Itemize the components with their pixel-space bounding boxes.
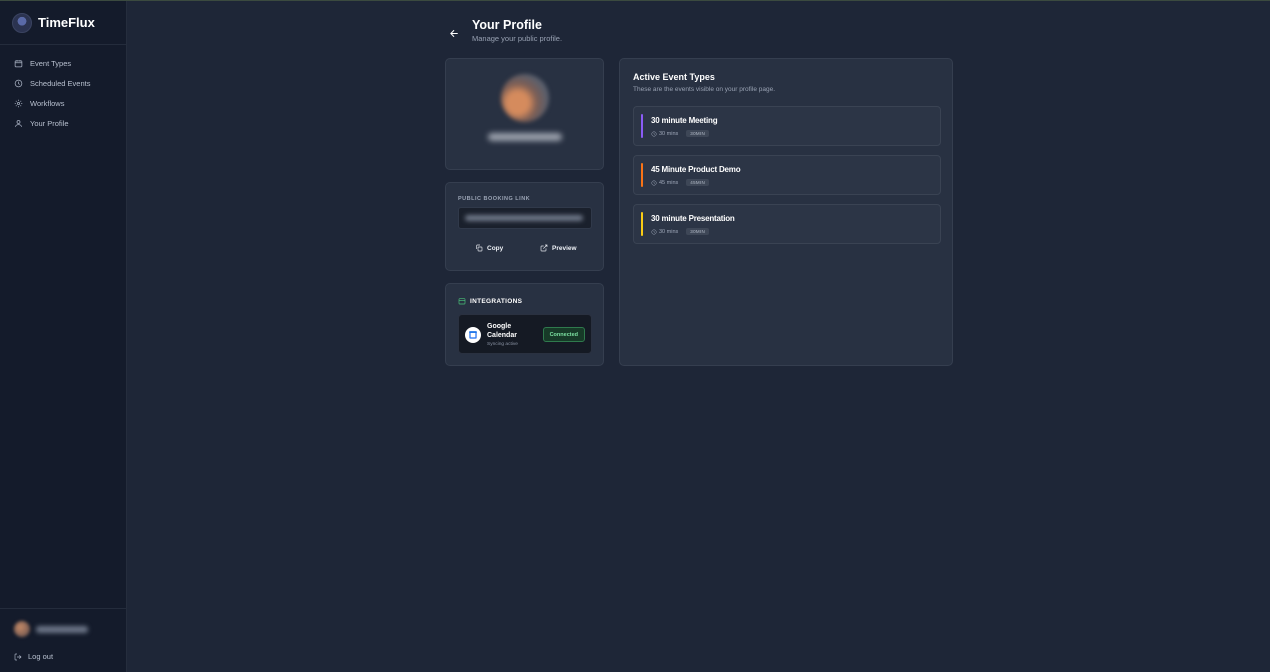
current-user[interactable]	[0, 609, 127, 637]
page-title: Your Profile	[472, 18, 542, 32]
sidebar-item-scheduled-events[interactable]: Scheduled Events	[0, 73, 126, 93]
profile-card	[445, 58, 604, 170]
page-subtitle: Manage your public profile.	[472, 34, 563, 43]
profile-avatar	[501, 74, 549, 122]
sidebar-item-label: Your Profile	[30, 118, 69, 128]
event-color-bar	[641, 114, 643, 138]
events-subtitle: These are the events visible on your pro…	[633, 86, 776, 93]
page-header: Your Profile Manage your public profile.	[449, 17, 562, 43]
clock-icon	[651, 180, 657, 185]
copy-label: Copy	[487, 244, 504, 252]
user-name-redacted	[36, 625, 88, 633]
event-duration-tag: 30MIN	[686, 130, 710, 137]
booking-link-redacted	[465, 215, 583, 221]
event-color-bar	[641, 163, 643, 187]
sidebar-item-your-profile[interactable]: Your Profile	[0, 113, 126, 133]
sidebar-nav: Event Types Scheduled Events Workflows Y…	[0, 45, 126, 133]
event-meta: 30 mins 30MIN	[651, 228, 710, 235]
avatar	[14, 621, 30, 637]
preview-button[interactable]: Preview	[540, 241, 577, 255]
brand-logo	[12, 12, 32, 33]
active-event-types-card: Active Event Types These are the events …	[619, 58, 953, 366]
user-icon	[15, 119, 22, 127]
logout-icon	[14, 653, 22, 660]
clock-icon	[14, 79, 23, 87]
integration-name: Google Calendar	[487, 323, 517, 339]
arrow-left-icon	[450, 29, 458, 38]
sidebar-item-workflows[interactable]: Workflows	[0, 93, 126, 113]
logout-label: Log out	[28, 652, 54, 661]
event-color-bar	[641, 212, 643, 236]
calendar-icon	[14, 59, 23, 67]
integrations-title: INTEGRATIONS	[458, 297, 522, 305]
sidebar-item-label: Event Types	[30, 58, 72, 68]
event-name: 30 minute Presentation	[651, 214, 735, 223]
clock-icon	[651, 229, 657, 234]
back-button[interactable]	[449, 26, 461, 38]
copy-button[interactable]: Copy	[475, 241, 503, 255]
copy-icon	[476, 244, 483, 252]
brand-name: TimeFlux	[38, 15, 95, 30]
event-type-item[interactable]: 30 minute Meeting 30 mins 30MIN	[633, 106, 941, 146]
booking-link-field[interactable]	[458, 207, 592, 229]
event-meta: 45 mins 45MIN	[651, 179, 710, 186]
integration-status: Syncing active	[487, 342, 518, 347]
sidebar-item-event-types[interactable]: Event Types	[0, 53, 126, 73]
sidebar-item-label: Workflows	[30, 98, 65, 108]
sidebar: TimeFlux Event Types Scheduled Events Wo…	[0, 1, 127, 672]
integrations-title-text: INTEGRATIONS	[470, 297, 523, 305]
profile-name-redacted	[488, 133, 562, 141]
event-type-item[interactable]: 45 Minute Product Demo 45 mins 45MIN	[633, 155, 941, 195]
integration-google-calendar[interactable]: Google Calendar Syncing active Connected	[458, 314, 592, 354]
gear-icon	[14, 99, 23, 107]
booking-link-label: PUBLIC BOOKING LINK	[458, 196, 531, 202]
event-duration-tag: 45MIN	[686, 179, 710, 186]
event-duration: 30 mins	[659, 130, 679, 137]
preview-label: Preview	[552, 244, 577, 252]
event-duration: 45 mins	[659, 179, 679, 186]
event-name: 45 Minute Product Demo	[651, 165, 741, 174]
google-calendar-icon	[465, 327, 481, 343]
event-duration-tag: 30MIN	[686, 228, 710, 235]
sidebar-footer: Log out	[0, 608, 127, 672]
booking-link-card: PUBLIC BOOKING LINK Copy Preview	[445, 182, 604, 271]
event-duration: 30 mins	[659, 228, 679, 235]
status-badge: Connected	[542, 327, 585, 342]
page-heading: Your Profile Manage your public profile.	[472, 17, 562, 43]
event-name: 30 minute Meeting	[651, 116, 718, 125]
events-title: Active Event Types	[633, 72, 715, 82]
logout-button[interactable]: Log out	[0, 637, 127, 661]
event-meta: 30 mins 30MIN	[651, 130, 710, 137]
external-link-icon	[540, 244, 548, 252]
event-type-item[interactable]: 30 minute Presentation 30 mins 30MIN	[633, 204, 941, 244]
calendar-icon	[458, 298, 466, 305]
sidebar-item-label: Scheduled Events	[30, 78, 91, 88]
integrations-card: INTEGRATIONS Google Calendar Syncing act…	[445, 283, 604, 366]
clock-icon	[651, 131, 657, 136]
brand[interactable]: TimeFlux	[0, 1, 126, 45]
